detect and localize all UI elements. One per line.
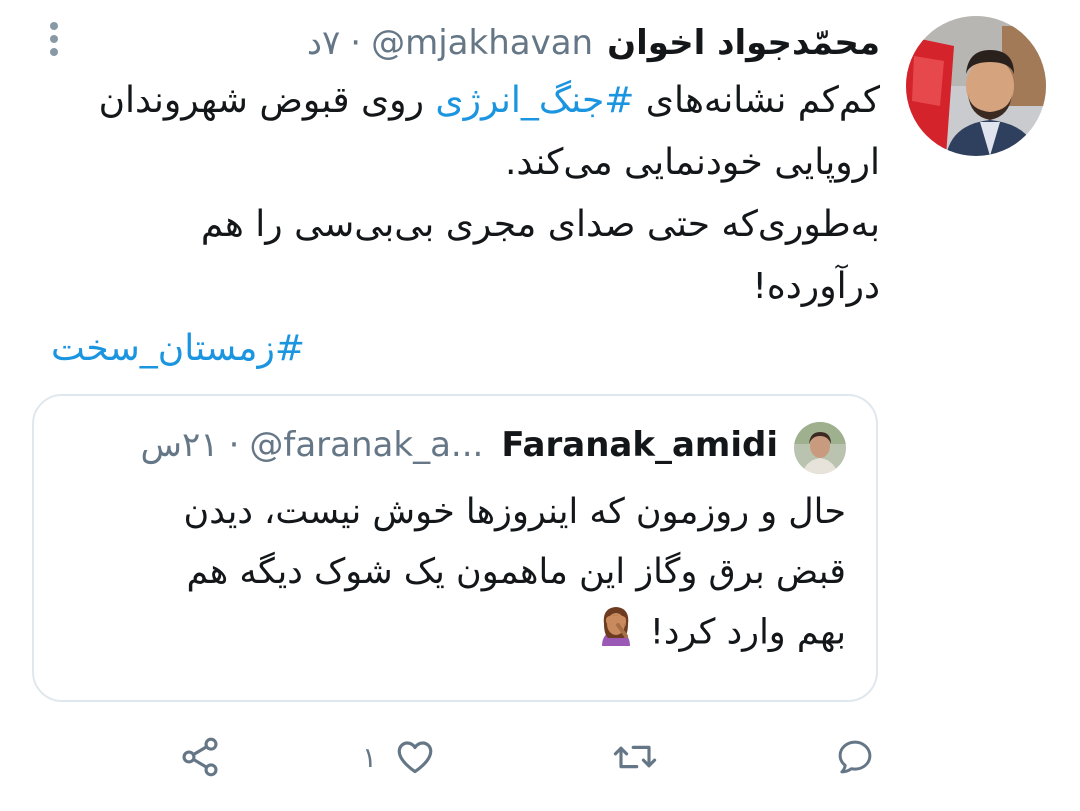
tweet-timestamp[interactable]: ۷د [307, 23, 340, 63]
tweet-header: محمّدجواد اخوان @mjakhavan · ۷د [307, 18, 880, 68]
hashtag-link[interactable]: #جنگ_انرژی [435, 80, 634, 121]
more-options-icon[interactable] [42, 22, 66, 56]
hashtag-link[interactable]: #زمستان_سخت [51, 318, 305, 380]
quoted-line: قبض برق وگاز این ماهمون یک شوک دیگه هم [186, 552, 846, 592]
author-name[interactable]: محمّدجواد اخوان [607, 23, 880, 63]
dot [50, 22, 58, 30]
tweet-text-segment: روی قبوض شهروندان [98, 80, 436, 121]
like-icon [397, 741, 433, 774]
quoted-line: بهم وارد کرد! [56, 602, 846, 665]
separator-dot: · [350, 23, 362, 63]
like-button[interactable]: ۱ [362, 735, 437, 779]
quoted-tweet-card[interactable]: Faranak_amidi @faranak_a... · ۲۱س حال و … [32, 394, 878, 702]
tweet-text: کم‌کم نشانه‌های #جنگ_انرژی روی قبوض شهرو… [30, 70, 880, 318]
retweet-icon [613, 745, 657, 769]
separator-dot: · [228, 425, 240, 465]
share-button[interactable] [178, 735, 222, 779]
quoted-tweet-header: Faranak_amidi @faranak_a... · ۲۱س [141, 420, 778, 470]
avatar-image [906, 16, 1046, 156]
tweet-line: درآورده! [752, 266, 880, 307]
quoted-tweet-text: حال و روزمون که اینروزها خوش نیست، دیدن … [56, 482, 846, 665]
quoted-tweet-timestamp: ۲۱س [140, 425, 219, 465]
author-handle[interactable]: @mjakhavan [371, 23, 593, 63]
quoted-line-text: بهم وارد کرد! [649, 612, 846, 653]
quoted-author-handle: @faranak_a... [249, 425, 484, 465]
dot [50, 48, 58, 56]
quoted-line: حال و روزمون که اینروزها خوش نیست، دیدن [183, 492, 846, 532]
quoted-avatar [794, 422, 846, 474]
woman-facepalming-emoji-icon [596, 602, 636, 665]
retweet-button[interactable] [612, 735, 658, 779]
tweet-text-segment: کم‌کم نشانه‌های [634, 80, 880, 121]
share-icon [182, 737, 218, 777]
tweet-line: کم‌کم نشانه‌های #جنگ_انرژی روی قبوض شهرو… [30, 70, 880, 132]
like-count: ۱ [362, 740, 378, 774]
reply-button[interactable] [834, 735, 876, 779]
reply-icon [838, 740, 872, 774]
quoted-avatar-image [794, 422, 846, 474]
avatar[interactable] [906, 16, 1046, 156]
tweet-line: به‌طوری‌که حتی صدای مجری بی‌بی‌سی را هم [200, 204, 880, 245]
tweet-line: اروپایی خودنمایی می‌کند. [504, 142, 880, 183]
dot [50, 35, 58, 43]
quoted-author-name: Faranak_amidi [501, 425, 778, 465]
